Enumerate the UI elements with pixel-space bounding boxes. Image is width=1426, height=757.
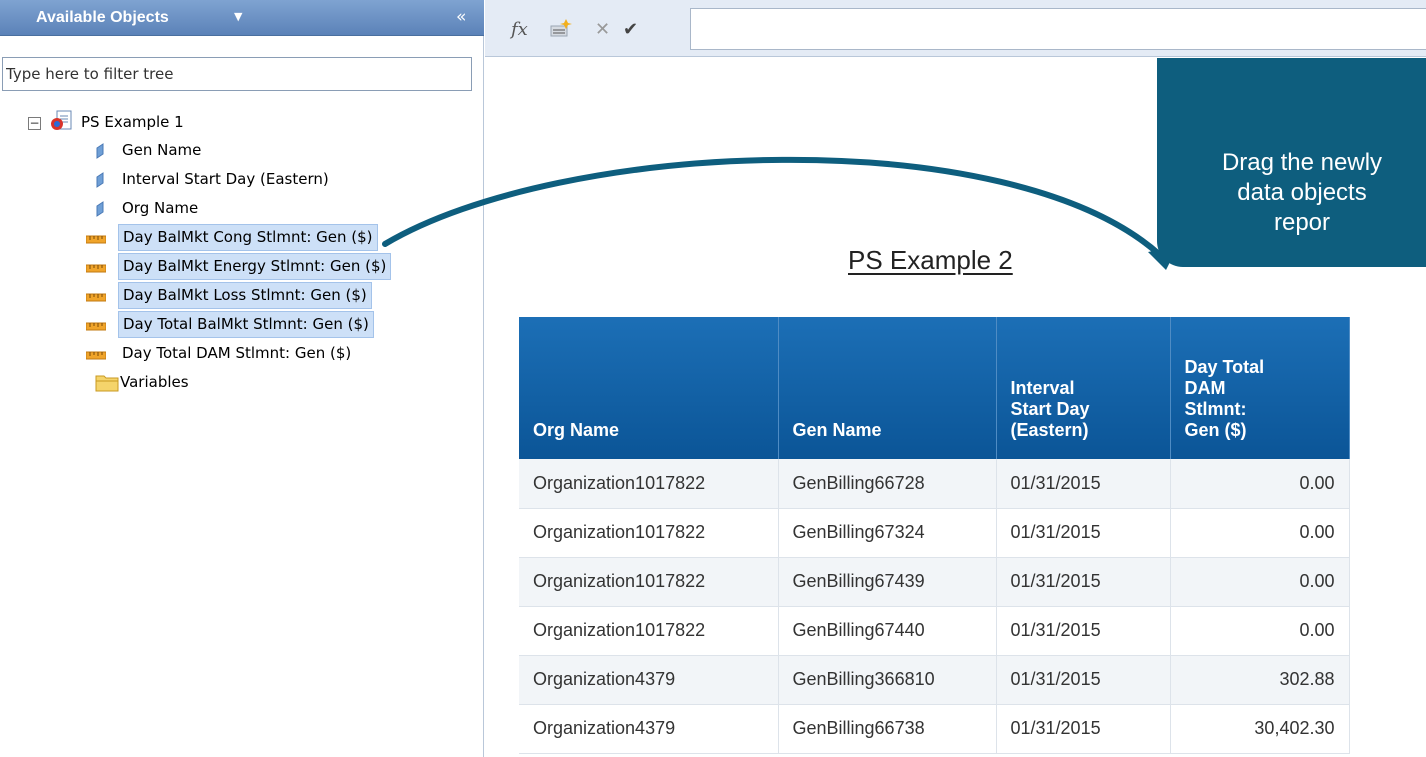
tree-node[interactable]: Gen Name xyxy=(118,137,205,164)
tree-node[interactable]: Day BalMkt Energy Stlmnt: Gen ($) xyxy=(118,253,392,280)
measure-icon xyxy=(86,235,106,244)
table-cell[interactable]: Organization1017822 xyxy=(519,606,779,656)
table-cell[interactable]: 01/31/2015 xyxy=(996,655,1171,705)
table-cell[interactable]: 01/31/2015 xyxy=(996,606,1171,656)
column-header-line: DAM xyxy=(1184,378,1226,398)
tree-node[interactable]: Variables xyxy=(116,369,193,396)
table-cell[interactable]: Organization1017822 xyxy=(519,557,779,607)
column-header-line: Day Total xyxy=(1184,357,1265,377)
tree-node-label: Org Name xyxy=(122,199,199,217)
measure-icon xyxy=(86,293,106,302)
available-objects-panel: Available Objects ▼ « − PS Example 1 Gen… xyxy=(0,0,484,757)
table-cell[interactable]: 01/31/2015 xyxy=(996,508,1171,558)
tree-node-label: Variables xyxy=(120,373,189,391)
tree-node-label: Day BalMkt Cong Stlmnt: Gen ($) xyxy=(118,224,378,251)
table-row[interactable]: Organization1017822 GenBilling67439 01/31/… xyxy=(519,557,1350,607)
table-row[interactable]: Organization4379 GenBilling66738 01/31/201… xyxy=(519,704,1350,754)
table-cell[interactable]: 01/31/2015 xyxy=(996,704,1171,754)
table-cell[interactable]: GenBilling67439 xyxy=(778,557,997,607)
table-cell[interactable]: Organization1017822 xyxy=(519,459,779,509)
callout-line: Drag the newly xyxy=(1221,149,1383,176)
panel-header: Available Objects ▼ « xyxy=(0,0,484,36)
callout-line: data objects xyxy=(1237,179,1367,206)
table-cell[interactable]: GenBilling366810 xyxy=(778,655,997,705)
column-header-line: Org Name xyxy=(533,420,620,440)
table-header-row: Org Name Gen Name Interval Start Day (Easter… xyxy=(519,317,1350,459)
report-title[interactable]: PS Example 2 xyxy=(848,245,1013,276)
filter-tree-input[interactable] xyxy=(3,58,471,90)
table-row[interactable]: Organization4379 GenBilling366810 01/31/20… xyxy=(519,655,1350,705)
fx-icon[interactable]: fx xyxy=(511,19,528,40)
table-row[interactable]: Organization1017822 GenBilling66728 01/31/… xyxy=(519,459,1350,509)
table-cell[interactable]: 0.00 xyxy=(1170,606,1350,656)
tree-node[interactable]: Day BalMkt Cong Stlmnt: Gen ($) xyxy=(118,224,378,251)
table-cell[interactable]: 01/31/2015 xyxy=(996,459,1171,509)
tree-node-label: PS Example 1 xyxy=(81,113,184,131)
instruction-callout: Drag the newly data objects repor xyxy=(1157,58,1426,267)
tree-node[interactable]: Day Total DAM Stlmnt: Gen ($) xyxy=(118,340,355,367)
table-cell[interactable]: GenBilling66728 xyxy=(778,459,997,509)
tree-node-label: Gen Name xyxy=(122,141,202,159)
collapse-tree-node-icon[interactable]: − xyxy=(28,117,41,130)
table-cell[interactable]: 302.88 xyxy=(1170,655,1350,705)
measure-icon xyxy=(86,351,106,360)
table-cell[interactable]: GenBilling66738 xyxy=(778,704,997,754)
panel-menu-dropdown-icon[interactable]: ▼ xyxy=(234,10,242,23)
column-header[interactable]: Org Name xyxy=(519,317,779,459)
dimension-icon xyxy=(96,143,104,159)
table-row[interactable]: Organization1017822 GenBilling67324 01/31/… xyxy=(519,508,1350,558)
tree-node-label: Day Total BalMkt Stlmnt: Gen ($) xyxy=(118,311,374,338)
table-cell[interactable]: Organization1017822 xyxy=(519,508,779,558)
formula-input[interactable] xyxy=(690,8,1426,50)
collapse-panel-icon[interactable]: « xyxy=(456,7,466,27)
tree-node[interactable]: Day Total BalMkt Stlmnt: Gen ($) xyxy=(118,311,374,338)
tree-node-label: Day BalMkt Loss Stlmnt: Gen ($) xyxy=(118,282,372,309)
tree-node[interactable]: Day BalMkt Loss Stlmnt: Gen ($) xyxy=(118,282,372,309)
tree-node-label: Interval Start Day (Eastern) xyxy=(122,170,329,188)
table-cell[interactable]: GenBilling67324 xyxy=(778,508,997,558)
column-header[interactable]: Day Total DAM Stlmnt: Gen ($) xyxy=(1170,317,1350,459)
column-header-line: (Eastern) xyxy=(1010,420,1089,440)
column-header-line: Interval xyxy=(1010,378,1075,398)
dimension-icon xyxy=(96,201,104,217)
table-cell[interactable]: GenBilling67440 xyxy=(778,606,997,656)
callout-line: repor xyxy=(1273,209,1331,236)
panel-title[interactable]: Available Objects xyxy=(36,9,169,27)
column-header-line: Start Day xyxy=(1010,399,1090,419)
column-header-line: Stlmnt: xyxy=(1184,399,1247,419)
tree-node-label: Day BalMkt Energy Stlmnt: Gen ($) xyxy=(118,253,392,280)
column-header-line: Gen Name xyxy=(792,420,882,440)
formula-bar: fx ✕ ✔ xyxy=(485,0,1426,57)
table-body: Organization1017822 GenBilling66728 01/31/… xyxy=(519,459,1350,754)
tree-root-node[interactable]: PS Example 1 xyxy=(79,109,188,136)
formula-editor-icon[interactable] xyxy=(549,16,575,38)
report-table[interactable]: Org Name Gen Name Interval Start Day (Easter… xyxy=(519,317,1350,754)
column-header-line: Gen ($) xyxy=(1184,420,1247,440)
tree-node-label: Day Total DAM Stlmnt: Gen ($) xyxy=(122,344,352,362)
table-cell[interactable]: 0.00 xyxy=(1170,508,1350,558)
table-cell[interactable]: Organization4379 xyxy=(519,655,779,705)
table-cell[interactable]: 30,402.30 xyxy=(1170,704,1350,754)
report-canvas: PS Example 2 Drag the newly data objects… xyxy=(485,58,1426,757)
table-row[interactable]: Organization1017822 GenBilling67440 01/31/… xyxy=(519,606,1350,656)
measure-icon xyxy=(86,264,106,273)
column-header[interactable]: Gen Name xyxy=(778,317,997,459)
table-cell[interactable]: Organization4379 xyxy=(519,704,779,754)
measure-icon xyxy=(86,322,106,331)
table-cell[interactable]: 0.00 xyxy=(1170,459,1350,509)
table-cell[interactable]: 01/31/2015 xyxy=(996,557,1171,607)
dimension-icon xyxy=(96,172,104,188)
cancel-formula-icon[interactable]: ✕ xyxy=(595,19,610,40)
table-cell[interactable]: 0.00 xyxy=(1170,557,1350,607)
filter-tree-box xyxy=(2,57,472,91)
tree-node[interactable]: Org Name xyxy=(118,195,202,222)
column-header[interactable]: Interval Start Day (Eastern) xyxy=(996,317,1171,459)
document-icon xyxy=(51,110,72,130)
validate-formula-icon[interactable]: ✔ xyxy=(623,19,638,40)
tree-node[interactable]: Interval Start Day (Eastern) xyxy=(118,166,333,193)
